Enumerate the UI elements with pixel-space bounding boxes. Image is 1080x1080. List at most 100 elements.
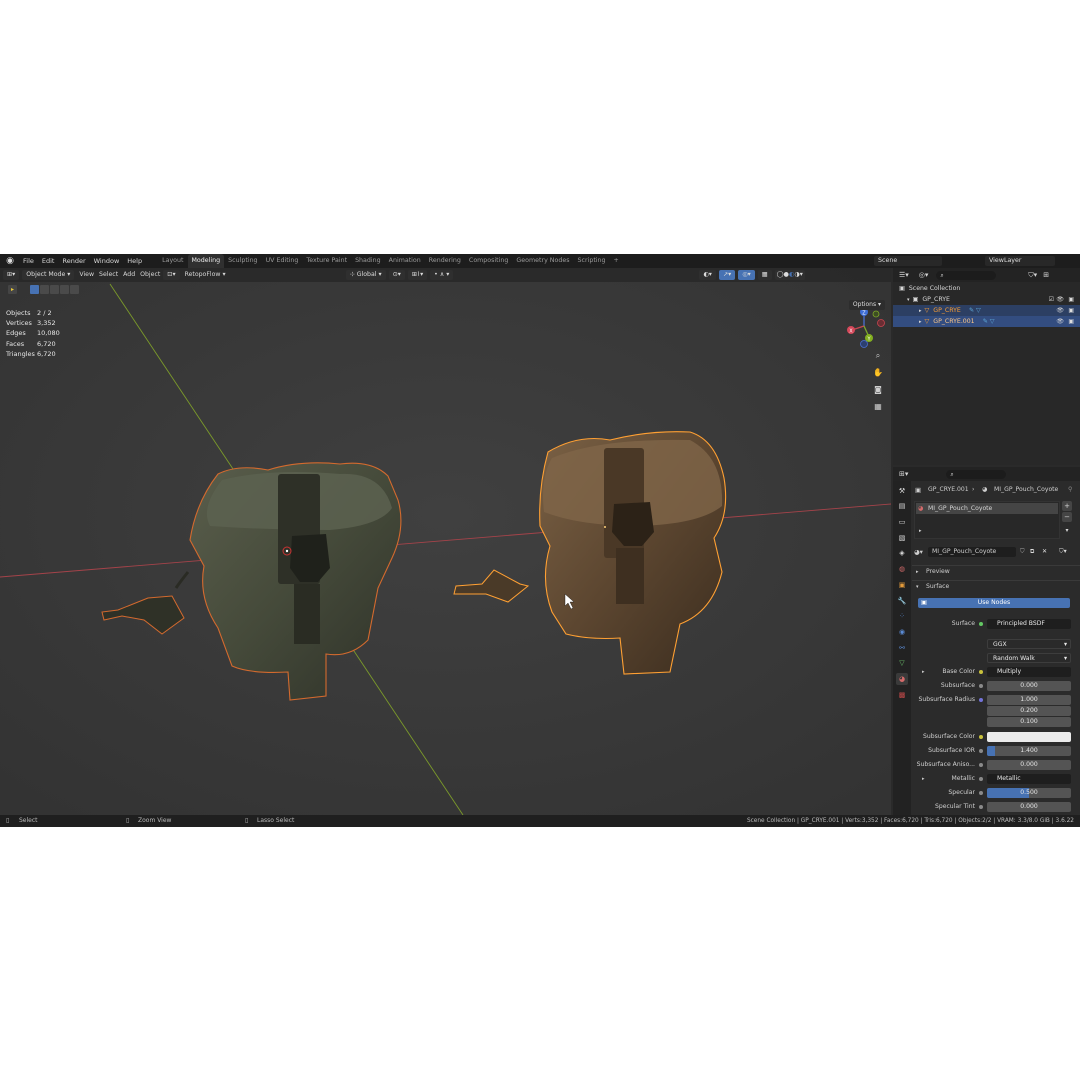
properties-search-input[interactable]: ⌕ bbox=[946, 469, 1007, 479]
tab-scripting[interactable]: Scripting bbox=[574, 254, 610, 268]
constraints-tab-icon[interactable]: ⚯ bbox=[896, 642, 908, 654]
add-slot-button[interactable]: + bbox=[1062, 501, 1072, 511]
outliner-collection-gp-crye[interactable]: ▾ ▣ GP_CRYE ☑ 👁 ▣ bbox=[893, 294, 1080, 305]
menu-edit[interactable]: Edit bbox=[38, 254, 59, 268]
world-tab-icon[interactable]: ◍ bbox=[896, 563, 908, 575]
select-mode-extend[interactable] bbox=[40, 284, 49, 294]
menu-help[interactable]: Help bbox=[123, 254, 146, 268]
scene-tab-icon[interactable]: ◈ bbox=[896, 547, 908, 559]
menu-file[interactable]: File bbox=[19, 254, 38, 268]
chevron-right-icon[interactable]: ▸ bbox=[922, 666, 925, 678]
modifier-tab-icon[interactable]: 🔧 bbox=[896, 595, 908, 607]
socket-icon[interactable] bbox=[979, 670, 983, 674]
overlay-toggle[interactable]: ◎▾ bbox=[738, 270, 755, 280]
tab-shading[interactable]: Shading bbox=[351, 254, 385, 268]
object-tab-icon[interactable]: ▣ bbox=[896, 579, 908, 591]
use-nodes-button[interactable]: ▣ Use Nodes bbox=[918, 598, 1070, 608]
new-collection-icon[interactable]: ⊞ bbox=[1043, 271, 1049, 279]
outliner-scene-collection[interactable]: ▣ Scene Collection bbox=[893, 283, 1080, 294]
specular-tint-field[interactable]: 0.000 bbox=[987, 802, 1071, 812]
eye-icon[interactable]: 👁 bbox=[1056, 307, 1064, 314]
snap-toggle[interactable]: ⊞⌇▾ bbox=[407, 270, 428, 280]
tab-modeling[interactable]: Modeling bbox=[187, 254, 225, 268]
socket-icon[interactable] bbox=[979, 791, 983, 795]
material-slots-list[interactable]: ◕ MI_GP_Pouch_Coyote ▸ bbox=[914, 501, 1060, 539]
tab-animation[interactable]: Animation bbox=[385, 254, 425, 268]
tool-icon[interactable]: ▸ bbox=[8, 284, 17, 294]
surface-panel-header[interactable]: ▾ Surface bbox=[912, 580, 1080, 592]
outliner-object-gp-crye[interactable]: ▸ ▽ GP_CRYE ✎ ▽ 👁 ▣ bbox=[893, 305, 1080, 316]
data-tab-icon[interactable]: ▽ bbox=[896, 657, 908, 669]
transform-orientation-dropdown[interactable]: ⊹ Global ▾ bbox=[345, 270, 386, 280]
camera-view-icon[interactable]: ◙ bbox=[873, 385, 883, 395]
material-tab-icon[interactable]: ◕ bbox=[896, 672, 908, 685]
subsurface-radius-z[interactable]: 0.100 bbox=[987, 717, 1071, 727]
visibility-dropdown[interactable]: ◐▾ bbox=[699, 270, 716, 280]
menu-render[interactable]: Render bbox=[58, 254, 89, 268]
view-menu[interactable]: View bbox=[79, 268, 94, 282]
menu-window[interactable]: Window bbox=[90, 254, 124, 268]
subsurface-radius-y[interactable]: 0.200 bbox=[987, 706, 1071, 716]
shading-modes[interactable]: ◯●◐◑▾ bbox=[774, 270, 805, 280]
eye-icon[interactable]: 👁 bbox=[1056, 318, 1064, 325]
gpencil-dropdown[interactable]: ⊡▾ bbox=[163, 270, 180, 280]
editor-type-icon[interactable]: ⊞▾ bbox=[899, 470, 908, 478]
tab-geometry-nodes[interactable]: Geometry Nodes bbox=[512, 254, 573, 268]
select-menu[interactable]: Select bbox=[99, 268, 118, 282]
metallic-field[interactable]: Metallic bbox=[987, 774, 1071, 784]
socket-icon[interactable] bbox=[979, 684, 983, 688]
select-mode-invert[interactable] bbox=[60, 284, 69, 294]
subsurface-method-dropdown[interactable]: Random Walk ▾ bbox=[987, 653, 1071, 663]
material-slot[interactable]: ◕ MI_GP_Pouch_Coyote bbox=[916, 503, 1058, 514]
camera-icon[interactable]: ▣ bbox=[1068, 318, 1074, 325]
filter-icon[interactable]: ⛉▾ bbox=[1059, 546, 1067, 558]
editor-type-button[interactable]: ⊞▾ bbox=[3, 270, 20, 280]
chevron-down-icon[interactable]: ▾ bbox=[222, 268, 225, 282]
tab-texture-paint[interactable]: Texture Paint bbox=[302, 254, 351, 268]
socket-icon[interactable] bbox=[979, 749, 983, 753]
search-input[interactable]: ⌕ bbox=[936, 270, 997, 280]
base-color-field[interactable]: Multiply bbox=[987, 667, 1071, 677]
grid-icon[interactable]: ▦ bbox=[873, 402, 883, 412]
tab-sculpting[interactable]: Sculpting bbox=[224, 254, 261, 268]
tab-compositing[interactable]: Compositing bbox=[465, 254, 512, 268]
texture-tab-icon[interactable]: ▩ bbox=[896, 689, 908, 701]
subsurface-field[interactable]: 0.000 bbox=[987, 681, 1071, 691]
chevron-right-icon[interactable]: ▸ bbox=[922, 773, 925, 785]
select-mode-new[interactable] bbox=[30, 284, 39, 294]
editor-type-icon[interactable]: ☰▾ bbox=[899, 271, 909, 279]
outliner-object-gp-crye-001[interactable]: ▸ ▽ GP_CRYE.001 ✎ ▽ 👁 ▣ bbox=[893, 316, 1080, 327]
xray-toggle[interactable]: ▦ bbox=[757, 270, 772, 280]
view-layer-tab-icon[interactable]: ▧ bbox=[896, 532, 908, 544]
subsurface-ior-field[interactable]: 1.400 bbox=[987, 746, 1071, 756]
close-icon[interactable]: ✕ bbox=[1042, 546, 1047, 558]
specular-field[interactable]: 0.500 bbox=[987, 788, 1071, 798]
camera-icon[interactable]: ▣ bbox=[1068, 296, 1074, 303]
add-workspace-button[interactable]: + bbox=[610, 254, 623, 268]
mode-dropdown[interactable]: Object Mode ▾ bbox=[22, 270, 75, 280]
object-menu[interactable]: Object bbox=[140, 268, 160, 282]
socket-icon[interactable] bbox=[979, 805, 983, 809]
preview-panel-header[interactable]: ▸ Preview bbox=[912, 565, 1080, 577]
socket-icon[interactable] bbox=[979, 735, 983, 739]
fake-user-icon[interactable]: ⛉ bbox=[1020, 546, 1025, 558]
checkbox-icon[interactable]: ☑ bbox=[1049, 296, 1054, 303]
tool-tab-icon[interactable]: ⚒ bbox=[896, 485, 908, 497]
pivot-dropdown[interactable]: ⊙▾ bbox=[388, 270, 405, 280]
tab-rendering[interactable]: Rendering bbox=[425, 254, 465, 268]
material-name-field[interactable]: MI_GP_Pouch_Coyote bbox=[928, 547, 1016, 557]
filter-icon[interactable]: ⛉▾ bbox=[1028, 271, 1037, 280]
blender-logo-icon[interactable]: ◉ bbox=[4, 255, 16, 267]
hand-icon[interactable]: ✋ bbox=[873, 368, 883, 378]
distribution-dropdown[interactable]: GGX ▾ bbox=[987, 639, 1071, 649]
render-tab-icon[interactable]: ▤ bbox=[896, 500, 908, 512]
socket-icon[interactable] bbox=[979, 777, 983, 781]
scene-selector[interactable]: Scene bbox=[874, 256, 942, 266]
tab-uv-editing[interactable]: UV Editing bbox=[262, 254, 303, 268]
subsurface-color-swatch[interactable] bbox=[987, 732, 1071, 742]
socket-icon[interactable] bbox=[979, 622, 983, 626]
socket-icon[interactable] bbox=[979, 698, 983, 702]
subsurface-radius-x[interactable]: 1.000 bbox=[987, 695, 1071, 705]
3d-viewport[interactable]: Z X Y ⊞▾ Object Mode ▾ View Select Add O… bbox=[0, 268, 891, 815]
tab-layout[interactable]: Layout bbox=[158, 254, 187, 268]
